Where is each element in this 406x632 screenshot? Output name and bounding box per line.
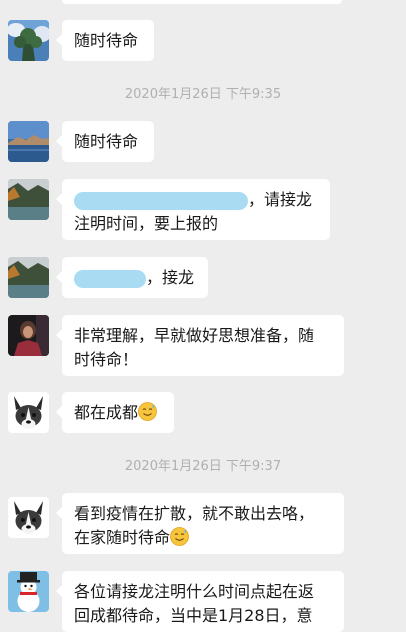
message-bubble[interactable]: 各位请接龙注明什么时间点起在返 回成都待命，当中是1月28日，意 [56, 571, 344, 632]
avatar-lake-mountain-icon [8, 121, 49, 162]
avatar[interactable] [8, 121, 49, 162]
message-text: 看到疫情在扩散，就不敢出去咯， [74, 504, 315, 523]
sweat-smile-emoji-icon [170, 527, 189, 546]
message-bubble[interactable]: ，请接龙 注明时间，要上报的 [56, 179, 330, 240]
message-bubble[interactable]: 随时待命 [56, 20, 154, 61]
redaction-mark [74, 269, 146, 288]
avatar[interactable] [8, 315, 49, 356]
message-text: 回成都待命，当中是1月28日，意 [74, 606, 313, 625]
avatar[interactable] [8, 257, 49, 298]
timestamp: 2020年1月26日 下午9:37 [124, 459, 282, 474]
message-text: ，请接龙 [248, 190, 313, 209]
avatar-snowman-icon [8, 571, 49, 612]
message-bubble[interactable]: 看到疫情在扩散，就不敢出去咯， 在家随时待命 [56, 493, 344, 554]
avatar[interactable] [8, 392, 49, 433]
timestamp: 2020年1月26日 下午9:35 [124, 87, 282, 102]
message-line: 在家随时待命 [74, 526, 332, 550]
avatar-corgi-icon [8, 497, 49, 538]
message-text: 随时待命 [74, 132, 139, 151]
avatar[interactable] [8, 497, 49, 538]
message-text: 在家随时待命 [74, 528, 171, 547]
avatar-person-photo-icon [8, 315, 49, 356]
avatar-corgi-icon [8, 392, 49, 433]
message-text: 都在成都 [74, 403, 139, 422]
sweat-smile-emoji-icon [138, 402, 157, 421]
message-bubble[interactable]: 随时待命 [56, 121, 154, 162]
message-text: 随时待命 [74, 31, 139, 50]
message-text: 时待命！ [74, 350, 139, 369]
avatar-river-forest-icon [8, 257, 49, 298]
avatar[interactable] [8, 179, 49, 220]
redaction-mark [74, 191, 248, 210]
message-text: 注明时间，要上报的 [74, 214, 219, 233]
message-text: 各位请接龙注明什么时间点起在返 [74, 582, 315, 601]
message-line: ，请接龙 [74, 188, 318, 212]
message-bubble[interactable]: 都在成都 [56, 392, 174, 433]
message-bubble-partial[interactable] [62, 0, 342, 4]
avatar[interactable] [8, 20, 49, 61]
message-bubble[interactable]: 非常理解，早就做好思想准备，随 时待命！ [56, 315, 344, 376]
avatar-tree-sky-icon [8, 20, 49, 61]
avatar[interactable] [8, 571, 49, 612]
avatar-river-forest-icon [8, 179, 49, 220]
message-bubble[interactable]: ，接龙 [56, 257, 208, 298]
message-text: 非常理解，早就做好思想准备，随 [74, 326, 315, 345]
message-text: ，接龙 [146, 268, 195, 287]
